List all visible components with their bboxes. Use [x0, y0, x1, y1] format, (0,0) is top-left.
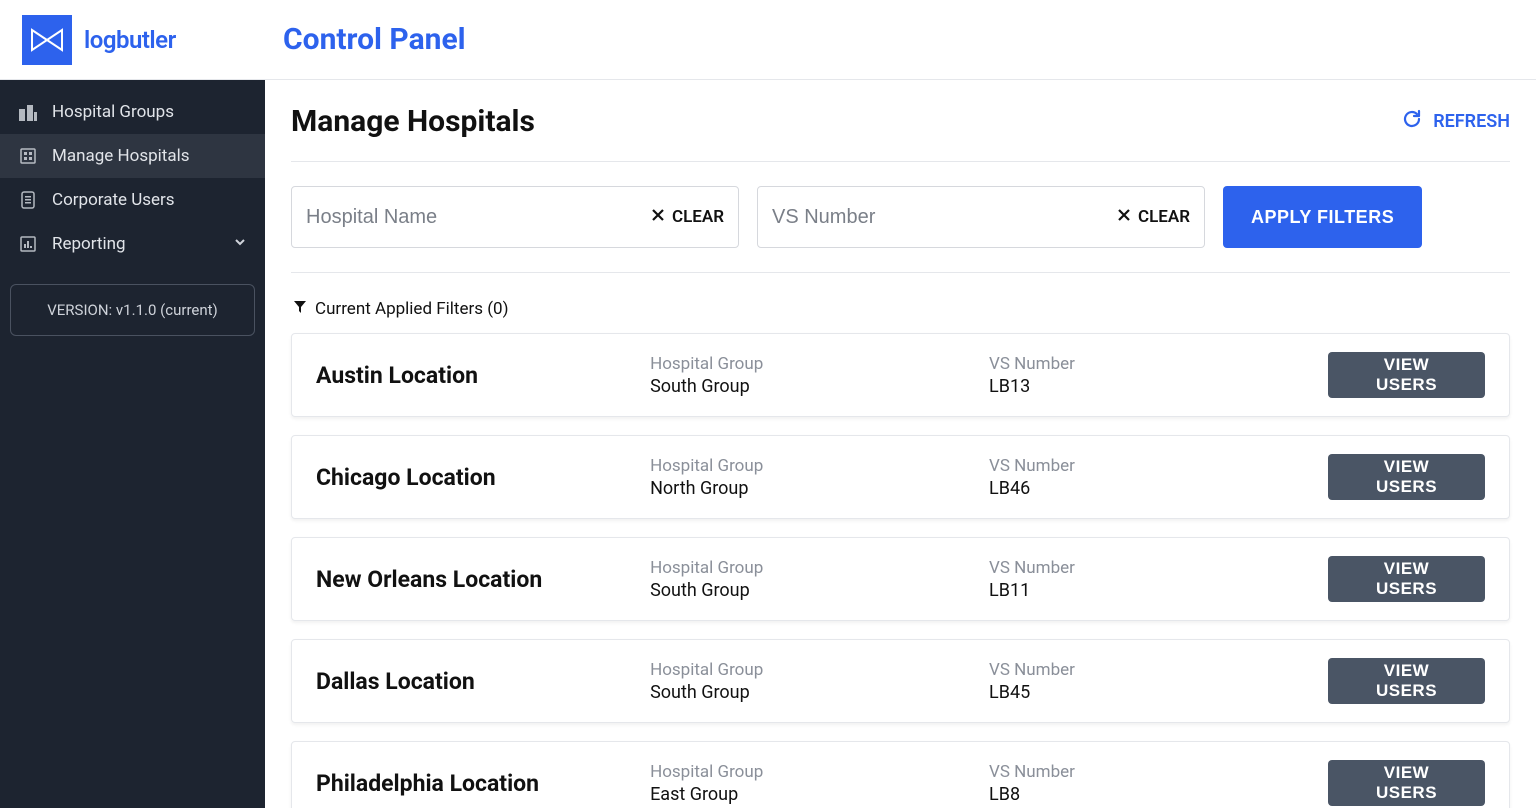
- vs-number-col: VS NumberLB8: [989, 762, 1328, 805]
- vs-number-label: VS Number: [989, 660, 1328, 680]
- brand-name: logbutler: [84, 26, 176, 54]
- hospital-row: Austin LocationHospital GroupSouth Group…: [291, 333, 1510, 417]
- sidebar-item-reporting[interactable]: Reporting: [0, 222, 265, 266]
- sidebar-item-label: Reporting: [52, 234, 126, 254]
- sidebar-item-label: Corporate Users: [52, 190, 175, 210]
- hospital-group-col: Hospital GroupSouth Group: [650, 660, 989, 703]
- vs-number-label: VS Number: [989, 354, 1328, 374]
- vs-number-value: LB46: [989, 478, 1328, 499]
- refresh-button[interactable]: REFRESH: [1401, 108, 1510, 135]
- sidebar-item-hospital-groups[interactable]: Hospital Groups: [0, 90, 265, 134]
- hospital-name: New Orleans Location: [316, 566, 650, 593]
- hospital-action: VIEW USERS: [1328, 760, 1485, 806]
- clear-label: CLEAR: [672, 207, 724, 227]
- vs-number-col: VS NumberLB46: [989, 456, 1328, 499]
- hospital-group-label: Hospital Group: [650, 456, 989, 476]
- hospital-group-label: Hospital Group: [650, 558, 989, 578]
- hospital-group-col: Hospital GroupNorth Group: [650, 456, 989, 499]
- hospital-name: Philadelphia Location: [316, 770, 650, 797]
- filter-icon: [293, 299, 307, 319]
- hospital-group-label: Hospital Group: [650, 660, 989, 680]
- hospital-group-value: North Group: [650, 478, 989, 499]
- hospital-name-clear-button[interactable]: CLEAR: [650, 207, 724, 228]
- vs-number-clear-button[interactable]: CLEAR: [1116, 207, 1190, 228]
- hospital-group-value: South Group: [650, 580, 989, 601]
- close-icon: [650, 207, 666, 228]
- vs-number-label: VS Number: [989, 558, 1328, 578]
- version-badge: VERSION: v1.1.0 (current): [10, 284, 255, 336]
- vs-number-col: VS NumberLB11: [989, 558, 1328, 601]
- hospital-row: Dallas LocationHospital GroupSouth Group…: [291, 639, 1510, 723]
- manage-hospitals-icon: [18, 146, 38, 166]
- hospital-group-value: East Group: [650, 784, 989, 805]
- hospital-name: Chicago Location: [316, 464, 650, 491]
- corporate-users-icon: [18, 190, 38, 210]
- main-content: Manage Hospitals REFRESH CLEAR: [265, 80, 1536, 808]
- vs-number-value: LB45: [989, 682, 1328, 703]
- hospital-action: VIEW USERS: [1328, 556, 1485, 602]
- view-users-button[interactable]: VIEW USERS: [1328, 760, 1485, 806]
- view-users-button[interactable]: VIEW USERS: [1328, 556, 1485, 602]
- chevron-down-icon: [233, 234, 247, 254]
- reporting-icon: [18, 234, 38, 254]
- close-icon: [1116, 207, 1132, 228]
- refresh-icon: [1401, 108, 1423, 135]
- hospital-group-col: Hospital GroupSouth Group: [650, 558, 989, 601]
- vs-number-value: LB8: [989, 784, 1328, 805]
- hospital-list: Austin LocationHospital GroupSouth Group…: [291, 333, 1510, 808]
- applied-filters-text: Current Applied Filters (0): [315, 299, 509, 319]
- hospital-group-label: Hospital Group: [650, 354, 989, 374]
- vs-number-value: LB11: [989, 580, 1328, 601]
- hospital-action: VIEW USERS: [1328, 658, 1485, 704]
- hospital-row: Chicago LocationHospital GroupNorth Grou…: [291, 435, 1510, 519]
- brand-logo-icon: [22, 15, 72, 65]
- refresh-label: REFRESH: [1433, 111, 1510, 132]
- vs-number-col: VS NumberLB13: [989, 354, 1328, 397]
- apply-filters-button[interactable]: APPLY FILTERS: [1223, 186, 1422, 248]
- vs-number-input[interactable]: [772, 206, 1116, 229]
- vs-number-label: VS Number: [989, 762, 1328, 782]
- vs-number-value: LB13: [989, 376, 1328, 397]
- vs-number-col: VS NumberLB45: [989, 660, 1328, 703]
- applied-filters-label: Current Applied Filters (0): [293, 299, 1510, 319]
- filters-row: CLEAR CLEAR APPLY FILTERS: [291, 161, 1510, 273]
- brand: logbutler: [0, 0, 265, 79]
- hospital-group-value: South Group: [650, 376, 989, 397]
- sidebar: Hospital Groups Manage Hospitals Corpora…: [0, 80, 265, 808]
- hospital-action: VIEW USERS: [1328, 454, 1485, 500]
- vs-number-filter: CLEAR: [757, 186, 1205, 248]
- page-title: Manage Hospitals: [291, 104, 535, 139]
- hospital-group-col: Hospital GroupSouth Group: [650, 354, 989, 397]
- hospital-group-value: South Group: [650, 682, 989, 703]
- hospital-row: New Orleans LocationHospital GroupSouth …: [291, 537, 1510, 621]
- hospital-group-label: Hospital Group: [650, 762, 989, 782]
- view-users-button[interactable]: VIEW USERS: [1328, 658, 1485, 704]
- hospital-name-input[interactable]: [306, 206, 650, 229]
- hospital-name: Dallas Location: [316, 668, 650, 695]
- hospital-group-col: Hospital GroupEast Group: [650, 762, 989, 805]
- hospital-action: VIEW USERS: [1328, 352, 1485, 398]
- view-users-button[interactable]: VIEW USERS: [1328, 454, 1485, 500]
- vs-number-label: VS Number: [989, 456, 1328, 476]
- clear-label: CLEAR: [1138, 207, 1190, 227]
- topbar-title: Control Panel: [265, 0, 1536, 79]
- sidebar-item-corporate-users[interactable]: Corporate Users: [0, 178, 265, 222]
- sidebar-item-label: Hospital Groups: [52, 102, 174, 122]
- hospital-name: Austin Location: [316, 362, 650, 389]
- sidebar-item-label: Manage Hospitals: [52, 146, 190, 166]
- sidebar-item-manage-hospitals[interactable]: Manage Hospitals: [0, 134, 265, 178]
- view-users-button[interactable]: VIEW USERS: [1328, 352, 1485, 398]
- hospital-groups-icon: [18, 102, 38, 122]
- hospital-name-filter: CLEAR: [291, 186, 739, 248]
- hospital-row: Philadelphia LocationHospital GroupEast …: [291, 741, 1510, 808]
